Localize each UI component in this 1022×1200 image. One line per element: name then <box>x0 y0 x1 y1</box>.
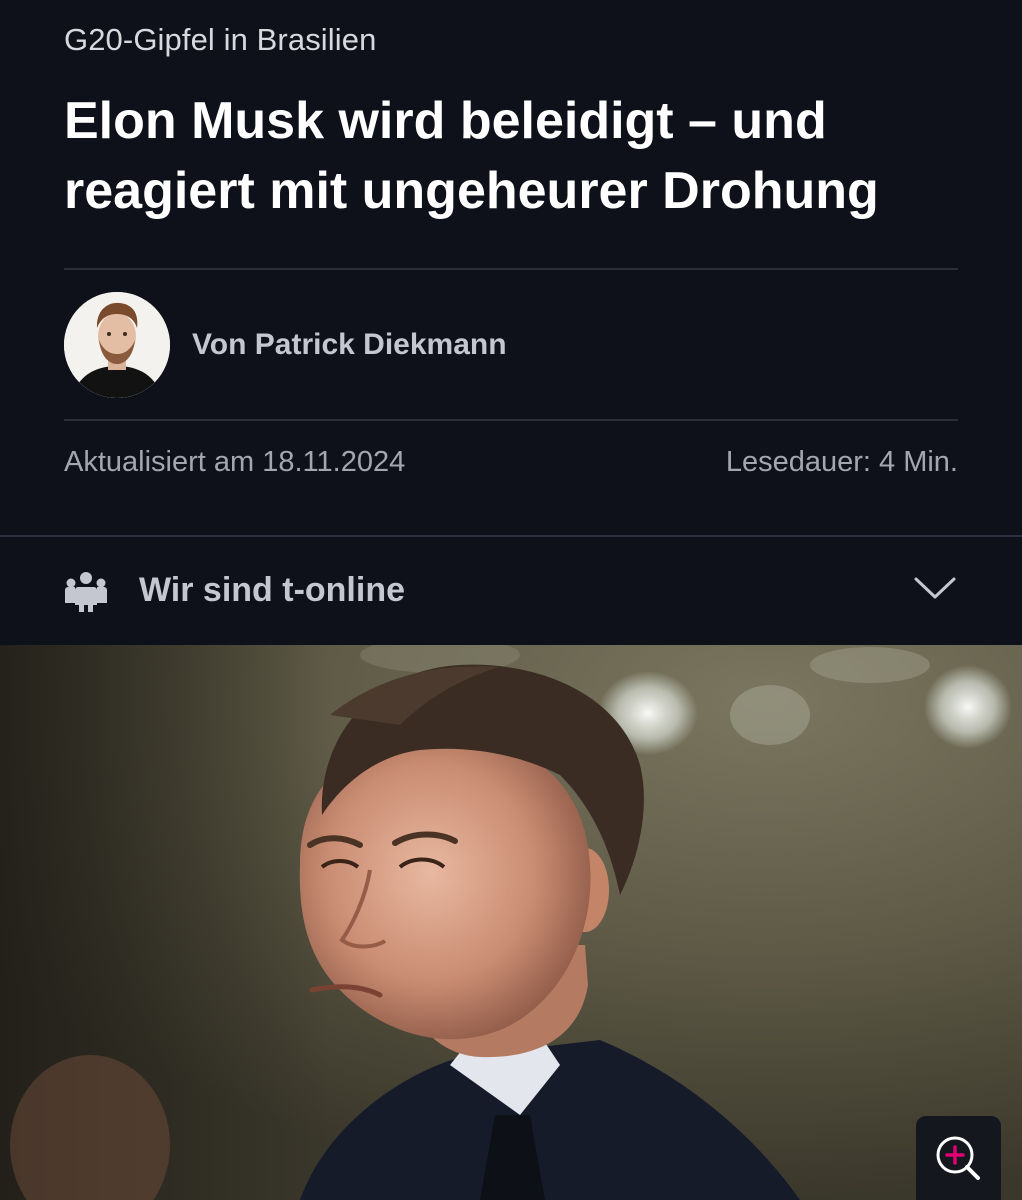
wir-sind-t-online-accordion[interactable]: Wir sind t-online <box>0 535 1022 645</box>
divider <box>64 419 958 421</box>
article-headline: Elon Musk wird beleidigt – und reagiert … <box>64 92 879 220</box>
author-avatar[interactable] <box>64 292 170 398</box>
section-label[interactable]: Wir sind t-online <box>139 571 405 610</box>
article-kicker: G20-Gipfel in Brasilien <box>64 22 377 57</box>
article-meta: Aktualisiert am 18.11.2024 Lesedauer: 4 … <box>64 446 958 479</box>
article-page: G20-Gipfel in Brasilien Elon Musk wird b… <box>0 0 1022 1200</box>
divider <box>64 268 958 270</box>
author-name[interactable]: Von Patrick Diekmann <box>192 328 507 362</box>
hero-photo <box>0 645 1022 1200</box>
people-group-icon <box>65 572 107 612</box>
author-portrait-image <box>64 292 170 398</box>
zoom-button[interactable] <box>916 1116 1001 1200</box>
read-time: Lesedauer: 4 Min. <box>725 446 958 478</box>
author-row[interactable]: Von Patrick Diekmann <box>64 292 507 398</box>
updated-date: Aktualisiert am 18.11.2024 <box>64 446 406 478</box>
hero-image[interactable] <box>0 645 1022 1200</box>
zoom-in-icon <box>936 1136 980 1180</box>
chevron-down-icon[interactable] <box>912 573 958 603</box>
